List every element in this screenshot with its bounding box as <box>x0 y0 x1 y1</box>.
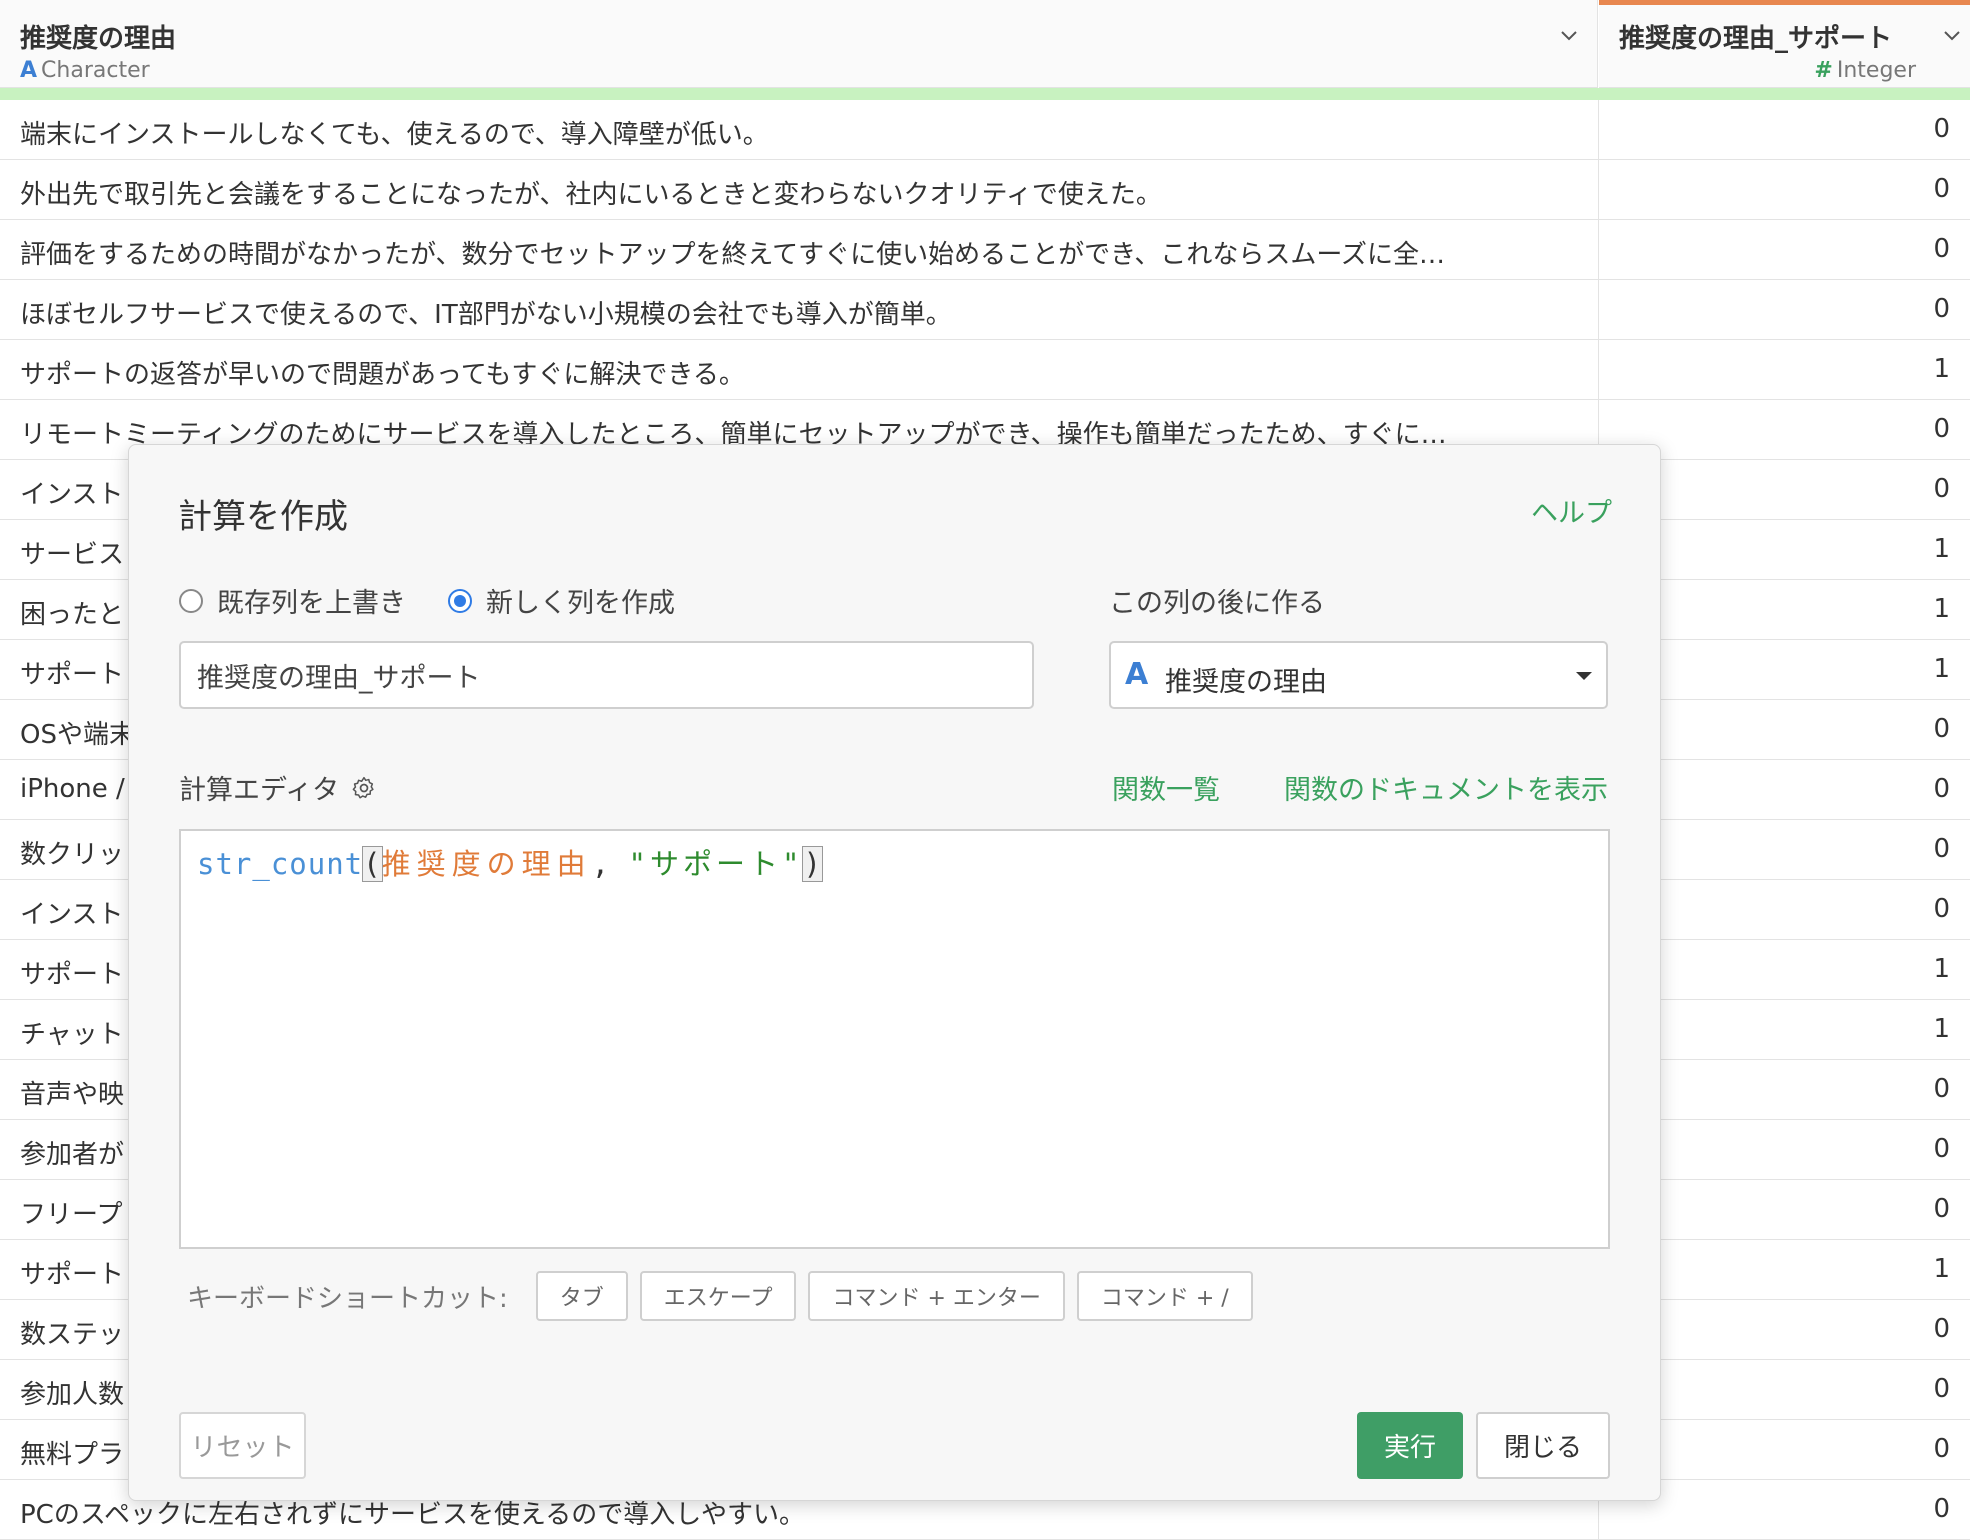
shortcut-key[interactable]: エスケープ <box>639 1271 797 1321</box>
support-count-cell: 1 <box>1933 1254 1950 1284</box>
reason-cell: 評価をするための時間がなかったが、数分でセットアップを終えてすぐに使い始めること… <box>20 240 1446 270</box>
support-count-cell: 0 <box>1933 774 1950 804</box>
gear-icon[interactable] <box>351 775 377 801</box>
shortcut-key[interactable]: コマンド + エンター <box>808 1271 1065 1321</box>
run-button[interactable]: 実行 <box>1357 1412 1463 1479</box>
radio-overwrite-label: 既存列を上書き <box>217 588 406 619</box>
support-count-cell: 0 <box>1933 1434 1950 1464</box>
support-count-cell: 0 <box>1933 234 1950 264</box>
column-type: A Character <box>20 58 150 83</box>
integer-type-icon: # <box>1814 58 1833 83</box>
support-count-cell: 0 <box>1933 1494 1950 1524</box>
table-row[interactable]: 外出先で取引先と会議をすることになったが、社内にいるときと変わらないクオリティで… <box>0 160 1970 220</box>
reason-cell: ほぼセルフサービスで使えるので、IT部門がない小規模の会社でも導入が簡単。 <box>20 300 952 330</box>
after-column-select[interactable]: A 推奨度の理由 <box>1109 641 1608 709</box>
radio-circle-icon[interactable] <box>179 588 203 613</box>
support-count-cell: 1 <box>1933 1014 1950 1044</box>
support-count-cell: 0 <box>1933 834 1950 864</box>
table-row[interactable]: サポートの返答が早いので問題があってもすぐに解決できる。 1 <box>0 340 1970 400</box>
support-count-cell: 0 <box>1933 294 1950 324</box>
support-count-cell: 0 <box>1933 1374 1950 1404</box>
support-count-cell: 0 <box>1933 414 1950 444</box>
column-divider <box>1598 340 1599 399</box>
column-divider <box>1598 160 1599 219</box>
support-count-cell: 1 <box>1933 654 1950 684</box>
create-calculation-dialog: 計算を作成 ヘルプ 既存列を上書き 新しく列を作成 この列の後に作る A 推奨度… <box>128 444 1661 1501</box>
support-count-cell: 1 <box>1933 594 1950 624</box>
editor-label-text: 計算エディタ <box>179 775 340 806</box>
column-title: 推奨度の理由 <box>20 24 177 54</box>
after-column-label: この列の後に作る <box>1109 588 1325 619</box>
caret-down-icon <box>1576 672 1592 680</box>
code-line[interactable]: str_count(推奨度の理由, "サポート") <box>197 841 823 883</box>
code-open-paren: ( <box>362 846 383 882</box>
column-divider <box>1598 280 1599 339</box>
radio-new-column-label: 新しく列を作成 <box>486 588 675 619</box>
column-name-input[interactable] <box>179 641 1034 709</box>
help-link[interactable]: ヘルプ <box>1531 491 1612 530</box>
function-docs-link[interactable]: 関数のドキュメントを表示 <box>1284 768 1608 807</box>
column-quality-bar <box>0 88 1970 100</box>
support-count-cell: 0 <box>1933 1134 1950 1164</box>
editor-label: 計算エディタ <box>179 768 377 807</box>
character-type-icon: A <box>1125 657 1149 692</box>
radio-new-column[interactable]: 新しく列を作成 <box>448 581 675 620</box>
shortcuts-label: キーボードショートカット: <box>187 1283 508 1314</box>
radio-overwrite[interactable]: 既存列を上書き <box>179 581 406 620</box>
code-function: str_count <box>197 847 364 881</box>
column-header-support[interactable]: 推奨度の理由_サポート # Integer <box>1599 0 1970 88</box>
shortcut-key[interactable]: タブ <box>535 1271 628 1321</box>
chevron-down-icon[interactable] <box>1561 28 1577 44</box>
support-count-cell: 1 <box>1933 534 1950 564</box>
column-type-label: Character <box>41 58 150 83</box>
reset-button[interactable]: リセット <box>179 1412 306 1479</box>
code-close-paren: ) <box>802 846 823 882</box>
chevron-down-icon[interactable] <box>1944 28 1960 44</box>
code-string: "サポート" <box>628 847 804 881</box>
column-divider <box>1598 220 1599 279</box>
support-count-cell: 0 <box>1933 1074 1950 1104</box>
support-count-cell: 0 <box>1933 714 1950 744</box>
support-count-cell: 0 <box>1933 114 1950 144</box>
code-column-ref: 推奨度の理由 <box>381 847 592 881</box>
table-row[interactable]: ほぼセルフサービスで使えるので、IT部門がない小規模の会社でも導入が簡単。 0 <box>0 280 1970 340</box>
code-comma: , <box>591 847 629 881</box>
close-button[interactable]: 閉じる <box>1476 1412 1610 1479</box>
support-count-cell: 0 <box>1933 1194 1950 1224</box>
reason-cell: 端末にインストールしなくても、使えるので、導入障壁が低い。 <box>20 120 769 150</box>
shortcut-key[interactable]: コマンド + / <box>1076 1271 1253 1321</box>
dialog-title: 計算を作成 <box>178 497 348 537</box>
column-type-label: Integer <box>1836 58 1916 83</box>
keyboard-shortcuts: キーボードショートカット: タブ エスケープ コマンド + エンター コマンド … <box>187 1271 1265 1321</box>
character-type-icon: A <box>20 58 38 83</box>
reason-cell: サポートの返答が早いので問題があってもすぐに解決できる。 <box>20 360 745 390</box>
support-count-cell: 1 <box>1933 954 1950 984</box>
mode-radio-group: 既存列を上書き 新しく列を作成 <box>179 581 717 620</box>
table-row[interactable]: 端末にインストールしなくても、使えるので、導入障壁が低い。 0 <box>0 100 1970 160</box>
support-count-cell: 0 <box>1933 1314 1950 1344</box>
column-title: 推奨度の理由_サポート <box>1619 24 1893 54</box>
calculation-editor[interactable]: str_count(推奨度の理由, "サポート") <box>179 829 1610 1249</box>
support-count-cell: 0 <box>1933 174 1950 204</box>
column-header-reason[interactable]: 推奨度の理由 A Character <box>0 0 1598 88</box>
after-column-value: 推奨度の理由 <box>1165 667 1327 698</box>
support-count-cell: 0 <box>1933 894 1950 924</box>
column-divider <box>1598 100 1599 159</box>
support-count-cell: 1 <box>1933 354 1950 384</box>
table-row[interactable]: 評価をするための時間がなかったが、数分でセットアップを終えてすぐに使い始めること… <box>0 220 1970 280</box>
support-count-cell: 0 <box>1933 474 1950 504</box>
column-type: # Integer <box>1814 58 1916 83</box>
column-selected-accent <box>1599 0 1970 5</box>
function-list-link[interactable]: 関数一覧 <box>1112 768 1220 807</box>
reason-cell: 外出先で取引先と会議をすることになったが、社内にいるときと変わらないクオリティで… <box>20 180 1162 210</box>
radio-selected-icon[interactable] <box>448 588 472 613</box>
